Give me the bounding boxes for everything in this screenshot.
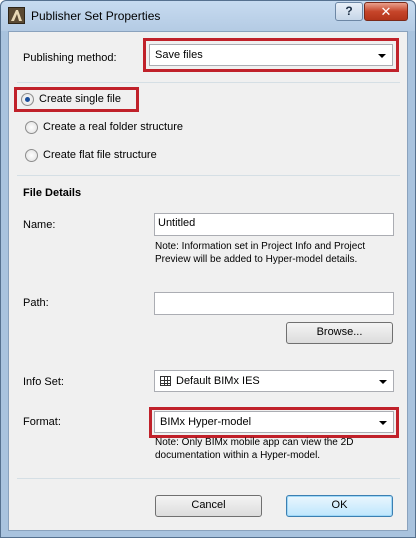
- note-line: Note: Information set in Project Info an…: [155, 241, 366, 252]
- dialog-window: Publisher Set Properties ? ✕ Publishing …: [0, 0, 416, 538]
- help-button[interactable]: ?: [335, 2, 363, 21]
- radio-label: Create single file: [39, 93, 121, 105]
- radio-label: Create a real folder structure: [43, 121, 184, 133]
- publishing-method-label: Publishing method:: [23, 52, 117, 64]
- note-line: Note: Only BIMx mobile app can view the …: [155, 437, 354, 448]
- note-line: Preview will be added to Hyper-model det…: [155, 254, 358, 265]
- publishing-method-value: Save files: [155, 49, 203, 61]
- file-details-heading: File Details: [23, 187, 82, 199]
- publishing-method-select[interactable]: Save files: [149, 44, 393, 66]
- app-icon: [8, 7, 25, 24]
- name-value: Untitled: [158, 217, 196, 229]
- info-set-value: Default BIMx IES: [176, 375, 260, 387]
- format-value: BIMx Hyper-model: [160, 416, 252, 428]
- cancel-label: Cancel: [191, 499, 226, 511]
- close-button[interactable]: ✕: [364, 2, 408, 21]
- cancel-button[interactable]: Cancel: [155, 495, 262, 517]
- window-title: Publisher Set Properties: [31, 9, 161, 23]
- title-bar[interactable]: Publisher Set Properties ? ✕: [1, 1, 415, 31]
- format-label: Format:: [23, 416, 61, 428]
- ok-button[interactable]: OK: [286, 495, 393, 517]
- close-icon: ✕: [380, 4, 392, 19]
- format-note: Note: Only BIMx mobile app can view the …: [155, 436, 353, 462]
- name-label: Name:: [23, 219, 56, 231]
- divider: [17, 478, 400, 479]
- path-field[interactable]: [154, 292, 394, 315]
- radio-label: Create flat file structure: [43, 149, 157, 161]
- radio-button[interactable]: [21, 93, 34, 106]
- path-label: Path:: [23, 297, 49, 309]
- dialog-body: Publishing method: Save files Create sin…: [8, 31, 408, 531]
- divider: [17, 82, 400, 83]
- chevron-down-icon: [379, 380, 387, 384]
- name-note: Note: Information set in Project Info an…: [155, 240, 365, 266]
- browse-button[interactable]: Browse...: [286, 322, 393, 344]
- name-field[interactable]: Untitled: [154, 213, 394, 236]
- ok-label: OK: [331, 499, 348, 511]
- info-set-select[interactable]: Default BIMx IES: [154, 370, 394, 392]
- help-icon: ?: [345, 4, 353, 18]
- format-select[interactable]: BIMx Hyper-model: [154, 411, 394, 433]
- info-set-label: Info Set:: [23, 376, 64, 388]
- radio-button[interactable]: [25, 149, 38, 162]
- radio-button[interactable]: [25, 121, 38, 134]
- note-line: documentation within a Hyper-model.: [155, 450, 321, 461]
- chevron-down-icon: [379, 421, 387, 425]
- grid-icon: [160, 376, 171, 386]
- divider: [17, 175, 400, 176]
- chevron-down-icon: [378, 54, 386, 58]
- browse-label: Browse...: [316, 326, 363, 338]
